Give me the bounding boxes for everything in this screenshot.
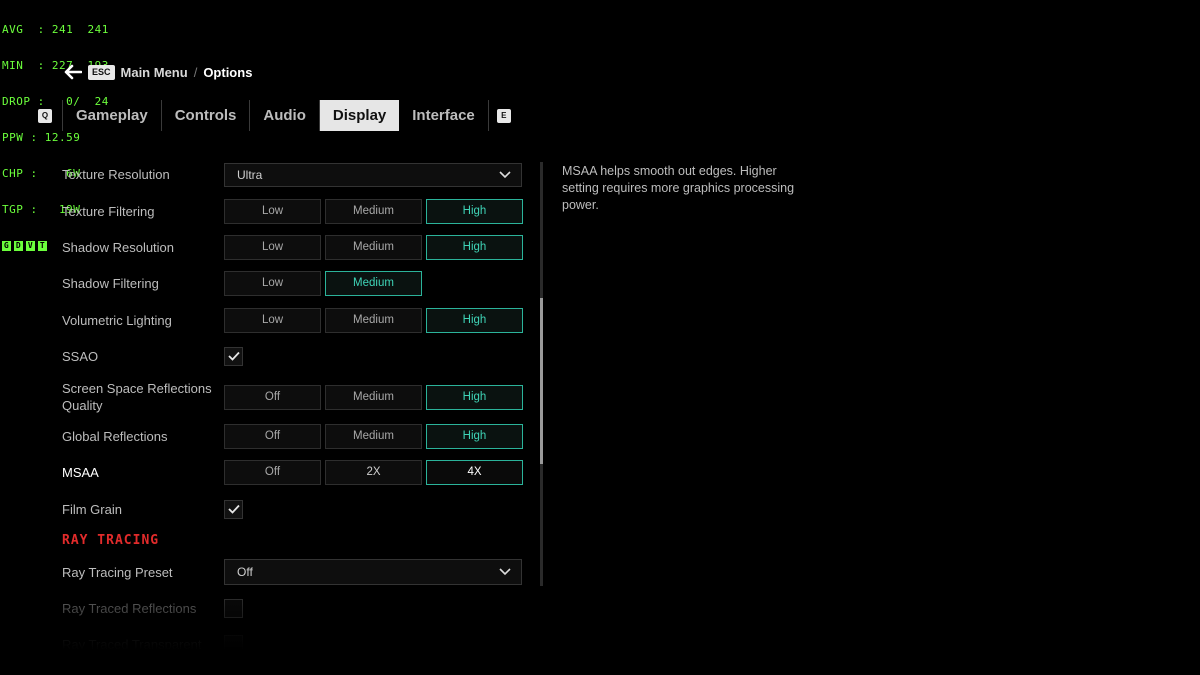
ray-traced-reflections-checkbox[interactable]: [224, 598, 243, 618]
option-medium[interactable]: Medium: [325, 384, 422, 410]
setting-label: Ray Traced Reflections: [62, 600, 197, 616]
option-high-selected[interactable]: High: [426, 307, 523, 333]
setting-label: Global Reflections: [62, 428, 168, 444]
setting-volumetric-lighting: Volumetric Lighting Low Medium High: [62, 307, 532, 333]
setting-texture-filtering: Texture Filtering Low Medium High: [62, 198, 532, 224]
setting-label: Shadow Resolution: [62, 239, 175, 255]
option-medium-selected[interactable]: Medium: [325, 270, 422, 296]
setting-label: Ray Tracing Preset: [62, 564, 173, 580]
option-4x-selected[interactable]: 4X: [426, 459, 523, 485]
setting-label: MSAA: [62, 464, 99, 480]
setting-label: Screen Space Reflections Quality: [62, 381, 212, 413]
option-low[interactable]: Low: [224, 234, 321, 260]
check-icon: [227, 351, 240, 361]
e-key-hint[interactable]: E: [496, 108, 511, 123]
ray-traced-transparent-checkbox[interactable]: [224, 634, 243, 650]
setting-label: Texture Resolution: [62, 167, 170, 182]
perf-key: D: [14, 241, 23, 251]
tab-interface[interactable]: Interface: [399, 100, 488, 131]
setting-shadow-filtering: Shadow Filtering Low Medium: [62, 270, 532, 296]
option-high-selected[interactable]: High: [426, 234, 523, 260]
tab-display[interactable]: Display: [319, 100, 400, 131]
option-high-selected[interactable]: High: [426, 198, 523, 224]
option-low[interactable]: Low: [224, 307, 321, 333]
back-arrow-icon[interactable]: [64, 64, 82, 80]
q-key-hint[interactable]: Q: [38, 108, 52, 123]
setting-global-reflections: Global Reflections Off Medium High: [62, 423, 532, 449]
settings-list[interactable]: Texture Resolution Ultra Texture Filteri…: [62, 158, 532, 650]
tab-controls[interactable]: Controls: [162, 100, 250, 131]
setting-shadow-resolution: Shadow Resolution Low Medium High: [62, 234, 532, 260]
ray-tracing-section-header: RAY TRACING: [62, 533, 160, 548]
chevron-down-icon: [499, 568, 511, 576]
setting-ssr-quality: Screen Space Reflections Quality Off Med…: [62, 380, 532, 414]
setting-label: Shadow Filtering: [62, 275, 159, 291]
option-low[interactable]: Low: [224, 270, 321, 296]
option-medium[interactable]: Medium: [325, 423, 422, 449]
tab-gameplay[interactable]: Gameplay: [63, 100, 161, 131]
ssao-checkbox[interactable]: [224, 346, 243, 366]
setting-label: Volumetric Lighting: [62, 312, 172, 328]
setting-label: SSAO: [62, 348, 99, 364]
film-grain-checkbox[interactable]: [224, 499, 243, 519]
setting-ray-traced-transparent: Ray Traced Transparent: [62, 634, 532, 650]
setting-label: Film Grain: [62, 501, 122, 517]
settings-scrollbar[interactable]: [540, 162, 543, 586]
setting-label: Ray Traced Transparent: [62, 636, 202, 651]
perf-key: T: [38, 241, 47, 251]
ray-tracing-preset-dropdown[interactable]: Off: [224, 559, 522, 585]
breadcrumb-separator: /: [193, 64, 198, 80]
perf-key: V: [26, 241, 35, 251]
option-off[interactable]: Off: [224, 423, 321, 449]
option-off[interactable]: Off: [224, 384, 321, 410]
options-tabs: Q Gameplay Controls Audio Display Interf…: [38, 100, 511, 131]
setting-label: Texture Filtering: [62, 203, 155, 219]
scrollbar-thumb[interactable]: [540, 298, 543, 464]
tab-audio[interactable]: Audio: [250, 100, 319, 131]
option-high-selected[interactable]: High: [426, 423, 523, 449]
option-low[interactable]: Low: [224, 198, 321, 224]
option-2x[interactable]: 2X: [325, 459, 422, 485]
tab-divider: [487, 100, 489, 131]
option-medium[interactable]: Medium: [325, 234, 422, 260]
options-screen: AVG : 241 241 MIN : 227 193 DROP : 0/ 24…: [0, 0, 1200, 675]
setting-texture-resolution: Texture Resolution Ultra: [62, 162, 532, 187]
chevron-down-icon: [499, 170, 511, 178]
setting-msaa: MSAA Off 2X 4X: [62, 459, 532, 485]
option-high-selected[interactable]: High: [426, 384, 523, 410]
setting-ray-tracing-preset: Ray Tracing Preset Off: [62, 559, 532, 585]
setting-ssao: SSAO: [62, 346, 532, 366]
breadcrumb: ESC Main Menu / Options: [64, 64, 252, 80]
option-medium[interactable]: Medium: [325, 198, 422, 224]
texture-resolution-dropdown[interactable]: Ultra: [224, 162, 522, 187]
check-icon: [227, 504, 240, 514]
perf-key: G: [2, 241, 11, 251]
breadcrumb-main-menu[interactable]: Main Menu: [121, 65, 188, 80]
setting-film-grain: Film Grain: [62, 499, 532, 519]
option-off[interactable]: Off: [224, 459, 321, 485]
dropdown-value: Off: [237, 565, 253, 579]
perf-line: PPW : 12.59: [2, 131, 81, 144]
perf-line: AVG : 241 241: [2, 23, 109, 36]
setting-description: MSAA helps smooth out edges. Higher sett…: [562, 164, 795, 212]
setting-ray-traced-reflections: Ray Traced Reflections: [62, 598, 532, 618]
dropdown-value: Ultra: [237, 167, 263, 182]
breadcrumb-current: Options: [203, 64, 253, 80]
option-medium[interactable]: Medium: [325, 307, 422, 333]
esc-key-hint[interactable]: ESC: [88, 64, 115, 80]
